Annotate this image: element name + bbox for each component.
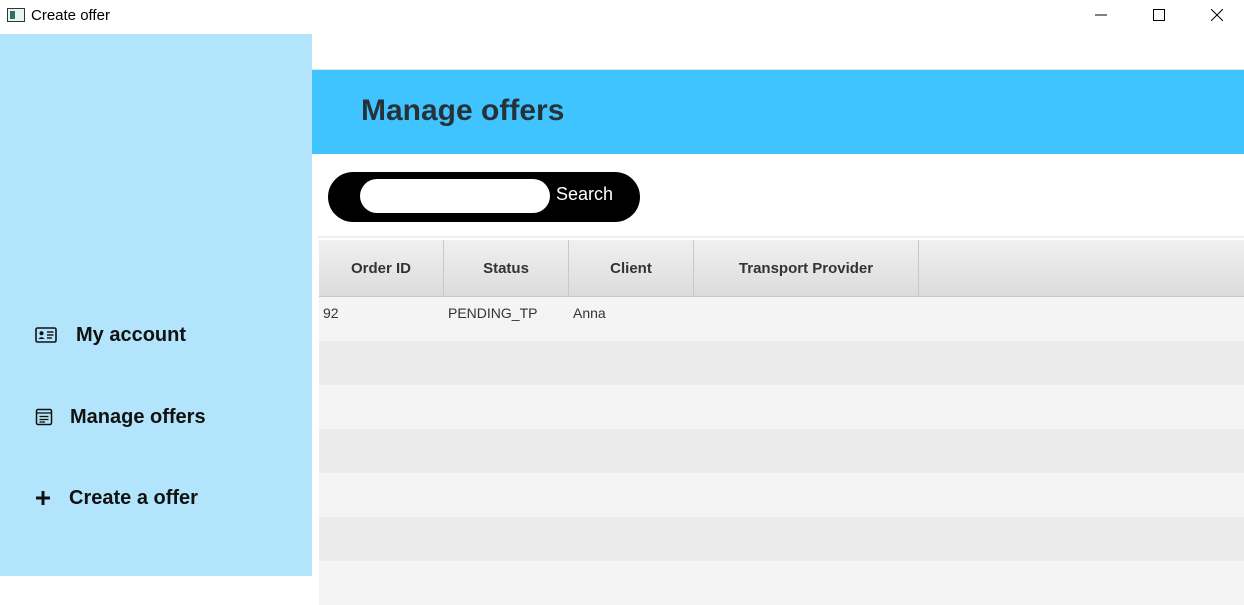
empty-table-row (319, 429, 1244, 473)
maximize-icon (1153, 9, 1165, 21)
app-window-icon (7, 8, 25, 22)
maximize-button[interactable] (1130, 0, 1188, 30)
cell-status: PENDING_TP (448, 305, 538, 321)
top-strip (312, 34, 1244, 70)
cell-order-id: 92 (323, 305, 339, 321)
table-header: Order ID Status Client Transport Provide… (319, 240, 1244, 297)
page-header: Manage offers (312, 70, 1244, 154)
empty-table-row (319, 341, 1244, 385)
sidebar: My account Manage offers Create a offer (0, 34, 312, 576)
id-card-icon (34, 327, 58, 343)
column-header-client[interactable]: Client (569, 240, 694, 297)
offers-table: Order ID Status Client Transport Provide… (319, 240, 1244, 605)
page-title: Manage offers (361, 94, 565, 127)
window-title: Create offer (31, 7, 110, 24)
sidebar-item-label: My account (76, 323, 187, 346)
empty-table-row (319, 517, 1244, 561)
plus-icon (34, 490, 52, 506)
minimize-icon (1095, 14, 1107, 16)
search-bar: Search (328, 172, 640, 222)
column-header-order-id[interactable]: Order ID (319, 240, 444, 297)
title-bar: Create offer (0, 0, 1244, 34)
minimize-button[interactable] (1072, 0, 1130, 30)
column-header-filler (919, 240, 1244, 297)
divider (318, 236, 1244, 238)
table-row[interactable]: 92 PENDING_TP Anna (319, 297, 1244, 341)
sidebar-item-label: Manage offers (70, 405, 206, 428)
sidebar-item-manage-offers[interactable]: Manage offers (0, 397, 312, 437)
sidebar-item-label: Create a offer (69, 486, 198, 509)
close-icon (1211, 9, 1223, 21)
search-button[interactable]: Search (556, 184, 613, 205)
sidebar-item-my-account[interactable]: My account (0, 315, 312, 355)
close-button[interactable] (1188, 0, 1244, 30)
empty-table-row (319, 473, 1244, 517)
empty-table-row (319, 561, 1244, 605)
empty-table-row (319, 385, 1244, 429)
cell-client: Anna (573, 305, 606, 321)
column-header-status[interactable]: Status (444, 240, 569, 297)
column-header-transport-provider[interactable]: Transport Provider (694, 240, 919, 297)
sidebar-item-create-offer[interactable]: Create a offer (0, 478, 312, 518)
list-icon (34, 408, 54, 426)
search-input[interactable] (360, 179, 550, 213)
